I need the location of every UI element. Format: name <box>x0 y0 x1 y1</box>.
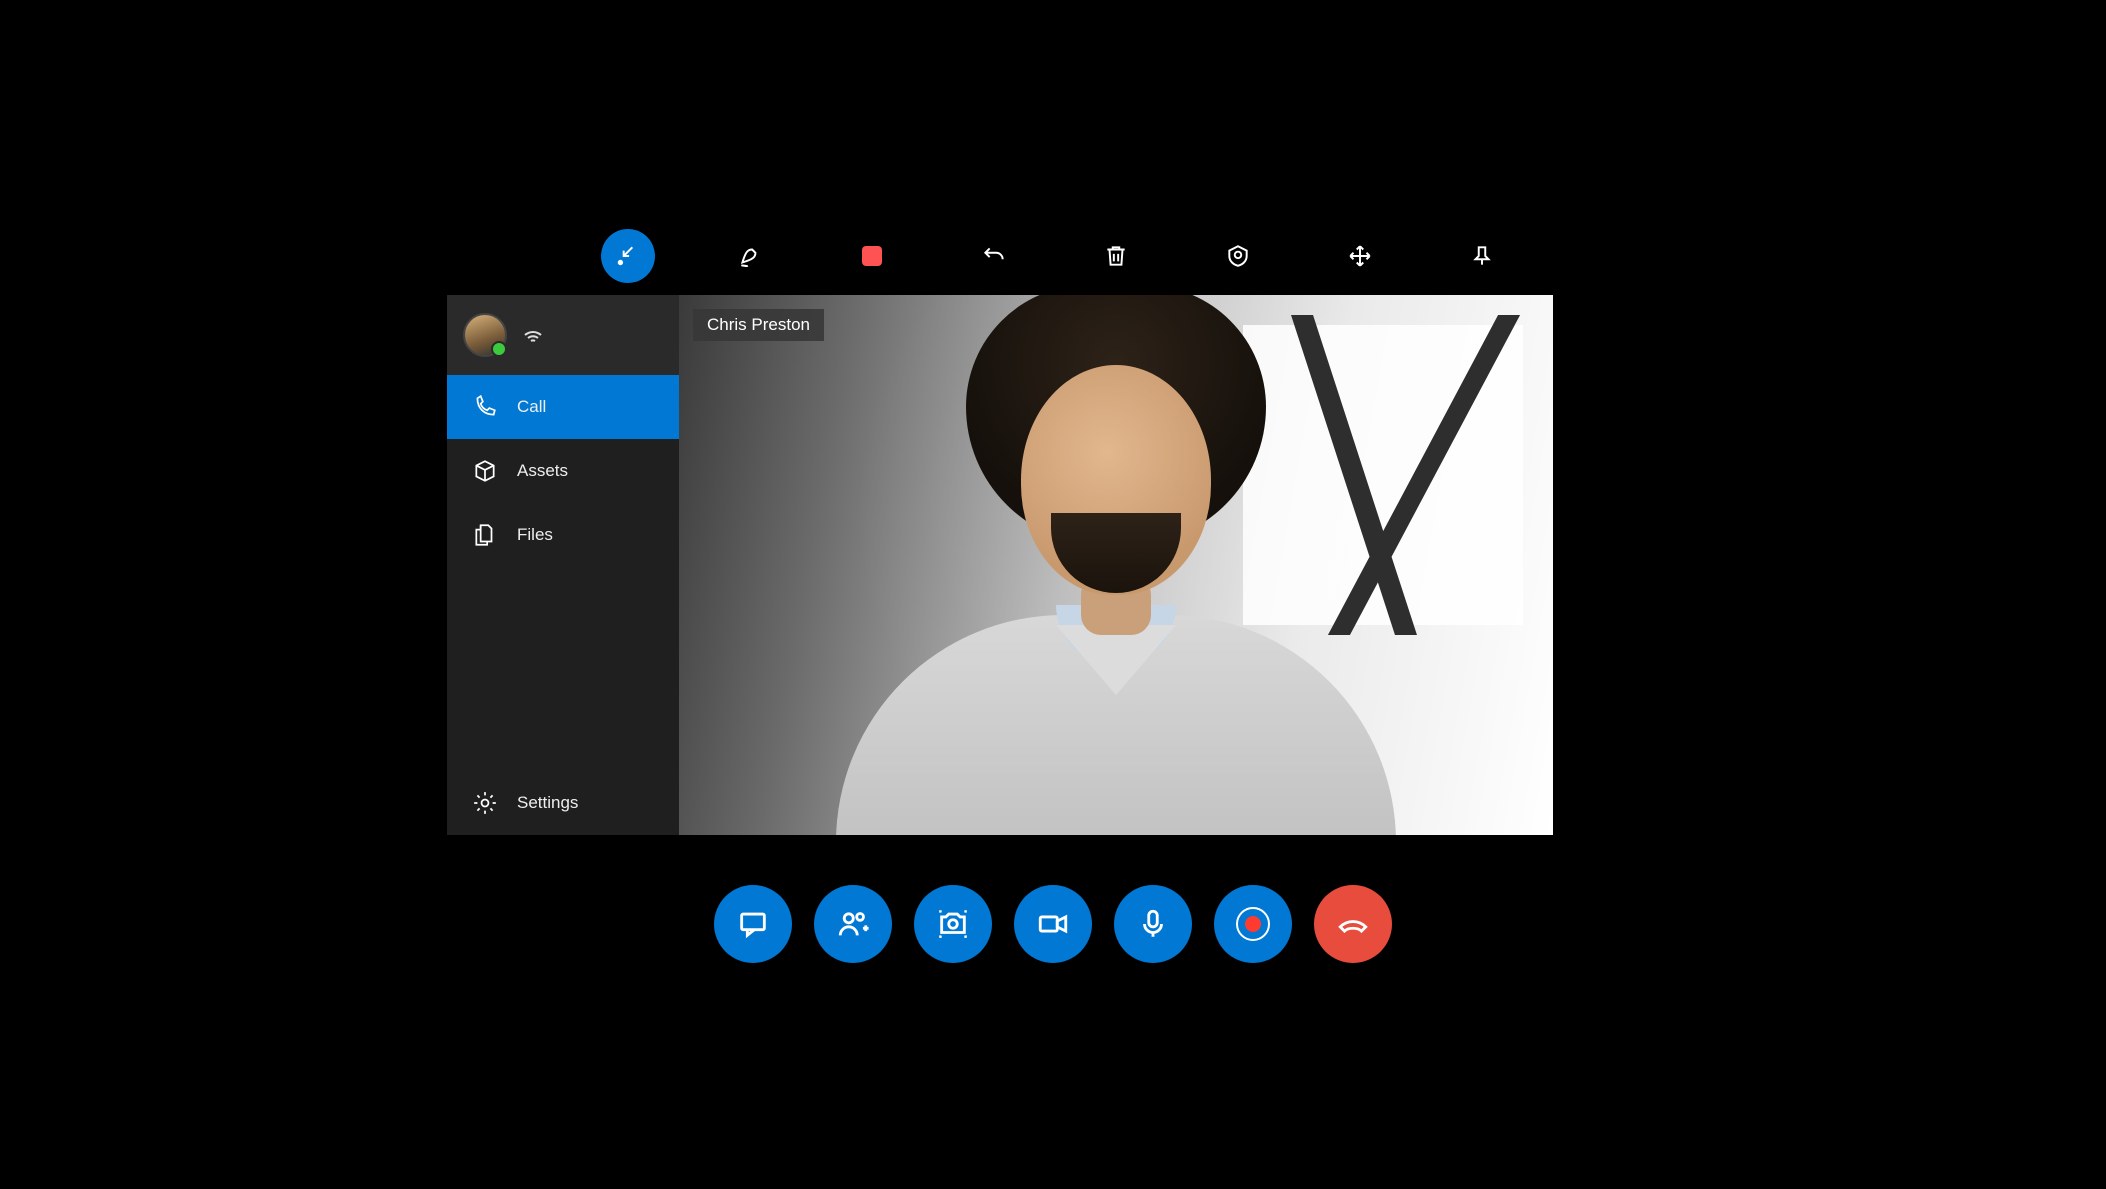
sidebar-header <box>447 295 679 375</box>
app-stage: Call Assets Files Settings <box>351 198 1755 991</box>
stop-button[interactable] <box>845 229 899 283</box>
record-button[interactable] <box>1214 885 1292 963</box>
collapse-button[interactable] <box>601 229 655 283</box>
sidebar-item-assets[interactable]: Assets <box>447 439 679 503</box>
sidebar-item-label: Call <box>517 397 546 417</box>
sidebar-item-label: Assets <box>517 461 568 481</box>
annotation-toolbar <box>601 229 1575 283</box>
participant-name-tag: Chris Preston <box>693 309 824 341</box>
pin-button[interactable] <box>1455 229 1509 283</box>
sidebar-item-label: Settings <box>517 793 578 813</box>
files-icon <box>471 521 499 549</box>
collapse-icon <box>615 243 641 269</box>
delete-button[interactable] <box>1089 229 1143 283</box>
sidebar: Call Assets Files Settings <box>447 295 679 835</box>
main-panel: Call Assets Files Settings <box>447 295 1553 835</box>
chat-icon <box>736 907 770 941</box>
presence-badge <box>491 341 507 357</box>
ink-button[interactable] <box>723 229 777 283</box>
sidebar-item-files[interactable]: Files <box>447 503 679 567</box>
snapshot-button[interactable] <box>914 885 992 963</box>
package-icon <box>471 457 499 485</box>
stop-icon <box>862 246 882 266</box>
video-button[interactable] <box>1014 885 1092 963</box>
sidebar-item-call[interactable]: Call <box>447 375 679 439</box>
snapshot-icon <box>936 907 970 941</box>
location-button[interactable] <box>1211 229 1265 283</box>
move-icon <box>1347 243 1373 269</box>
call-controls <box>351 885 1755 963</box>
mic-button[interactable] <box>1114 885 1192 963</box>
user-avatar[interactable] <box>463 313 507 357</box>
participant-name: Chris Preston <box>707 315 810 334</box>
move-button[interactable] <box>1333 229 1387 283</box>
undo-icon <box>981 243 1007 269</box>
sidebar-item-label: Files <box>517 525 553 545</box>
location-icon <box>1225 243 1251 269</box>
undo-button[interactable] <box>967 229 1021 283</box>
record-icon <box>1236 907 1270 941</box>
add-people-icon <box>836 907 870 941</box>
wifi-icon <box>521 323 545 347</box>
ink-icon <box>737 243 763 269</box>
participant-figure <box>856 355 1376 835</box>
trash-icon <box>1103 243 1129 269</box>
video-icon <box>1036 907 1070 941</box>
hangup-icon <box>1336 907 1370 941</box>
gear-icon <box>471 789 499 817</box>
add-people-button[interactable] <box>814 885 892 963</box>
chat-button[interactable] <box>714 885 792 963</box>
sidebar-item-settings[interactable]: Settings <box>447 771 679 835</box>
phone-icon <box>471 393 499 421</box>
video-feed[interactable]: Chris Preston <box>679 295 1553 835</box>
mic-icon <box>1136 907 1170 941</box>
pin-icon <box>1469 243 1495 269</box>
hangup-button[interactable] <box>1314 885 1392 963</box>
